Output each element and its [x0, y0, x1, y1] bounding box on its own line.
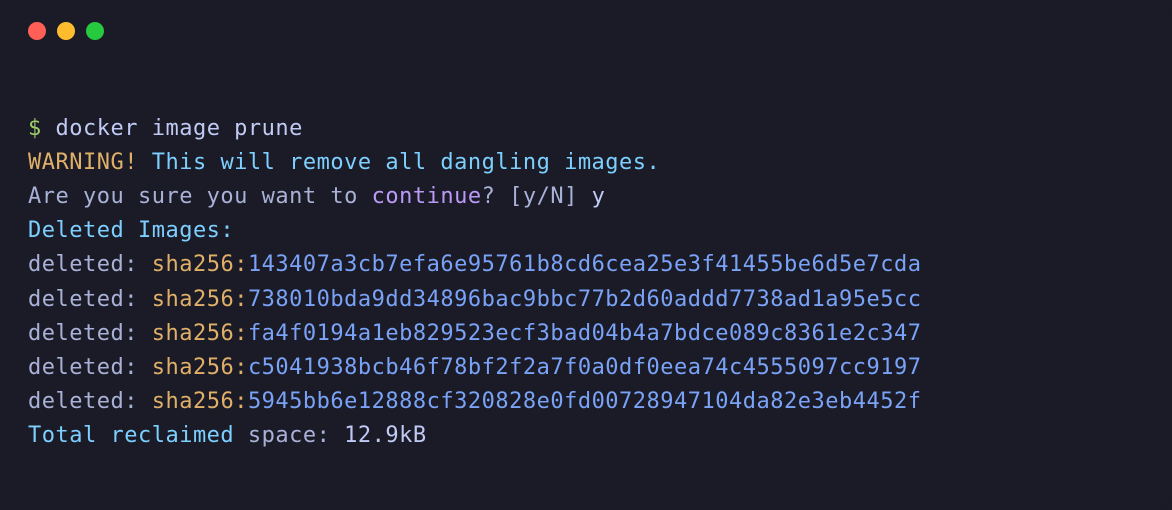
warning-label: WARNING! — [28, 150, 138, 175]
close-icon[interactable] — [28, 22, 46, 40]
reclaimed-line: Total reclaimed space: 12.9kB — [28, 419, 1144, 453]
sha-label: sha256: — [152, 389, 248, 414]
confirm-prefix: Are you sure you want to — [28, 184, 372, 209]
sha-label: sha256: — [152, 252, 248, 277]
deleted-label: deleted: — [28, 389, 152, 414]
confirm-line: Are you sure you want to continue? [y/N]… — [28, 180, 1144, 214]
sha-label: sha256: — [152, 321, 248, 346]
deleted-row: deleted: sha256:738010bda9dd34896bac9bbc… — [28, 283, 1144, 317]
warning-text: This will remove all dangling images. — [138, 150, 660, 175]
warning-line: WARNING! This will remove all dangling i… — [28, 146, 1144, 180]
reclaimed-mid: space: — [248, 423, 344, 448]
minimize-icon[interactable] — [57, 22, 75, 40]
terminal-body[interactable]: $ docker image pruneWARNING! This will r… — [0, 50, 1172, 453]
deleted-label: deleted: — [28, 252, 152, 277]
deleted-label: deleted: — [28, 287, 152, 312]
deleted-row: deleted: sha256:fa4f0194a1eb829523ecf3ba… — [28, 317, 1144, 351]
deleted-row: deleted: sha256:c5041938bcb46f78bf2f2a7f… — [28, 351, 1144, 385]
deleted-label: deleted: — [28, 321, 152, 346]
deleted-header: Deleted Images: — [28, 218, 234, 243]
confirm-answer: y — [592, 184, 606, 209]
titlebar — [0, 0, 1172, 50]
sha-label: sha256: — [152, 355, 248, 380]
sha-hash: fa4f0194a1eb829523ecf3bad04b4a7bdce089c8… — [248, 321, 922, 346]
sha-hash: 738010bda9dd34896bac9bbc77b2d60addd7738a… — [248, 287, 922, 312]
command-line: $ docker image prune — [28, 112, 1144, 146]
deleted-row: deleted: sha256:143407a3cb7efa6e95761b8c… — [28, 248, 1144, 282]
deleted-label: deleted: — [28, 355, 152, 380]
sha-hash: 143407a3cb7efa6e95761b8cd6cea25e3f41455b… — [248, 252, 922, 277]
sha-label: sha256: — [152, 287, 248, 312]
confirm-word: continue — [372, 184, 482, 209]
terminal-window: $ docker image pruneWARNING! This will r… — [0, 0, 1172, 510]
sha-hash: c5041938bcb46f78bf2f2a7f0a0df0eea74c4555… — [248, 355, 922, 380]
command-text: docker image prune — [56, 116, 303, 141]
sha-hash: 5945bb6e12888cf320828e0fd00728947104da82… — [248, 389, 922, 414]
maximize-icon[interactable] — [86, 22, 104, 40]
reclaimed-prefix: Total reclaimed — [28, 423, 248, 448]
deleted-header-line: Deleted Images: — [28, 214, 1144, 248]
reclaimed-value: 12.9kB — [344, 423, 426, 448]
confirm-suffix: ? [y/N] — [482, 184, 592, 209]
prompt-symbol: $ — [28, 116, 56, 141]
deleted-row: deleted: sha256:5945bb6e12888cf320828e0f… — [28, 385, 1144, 419]
